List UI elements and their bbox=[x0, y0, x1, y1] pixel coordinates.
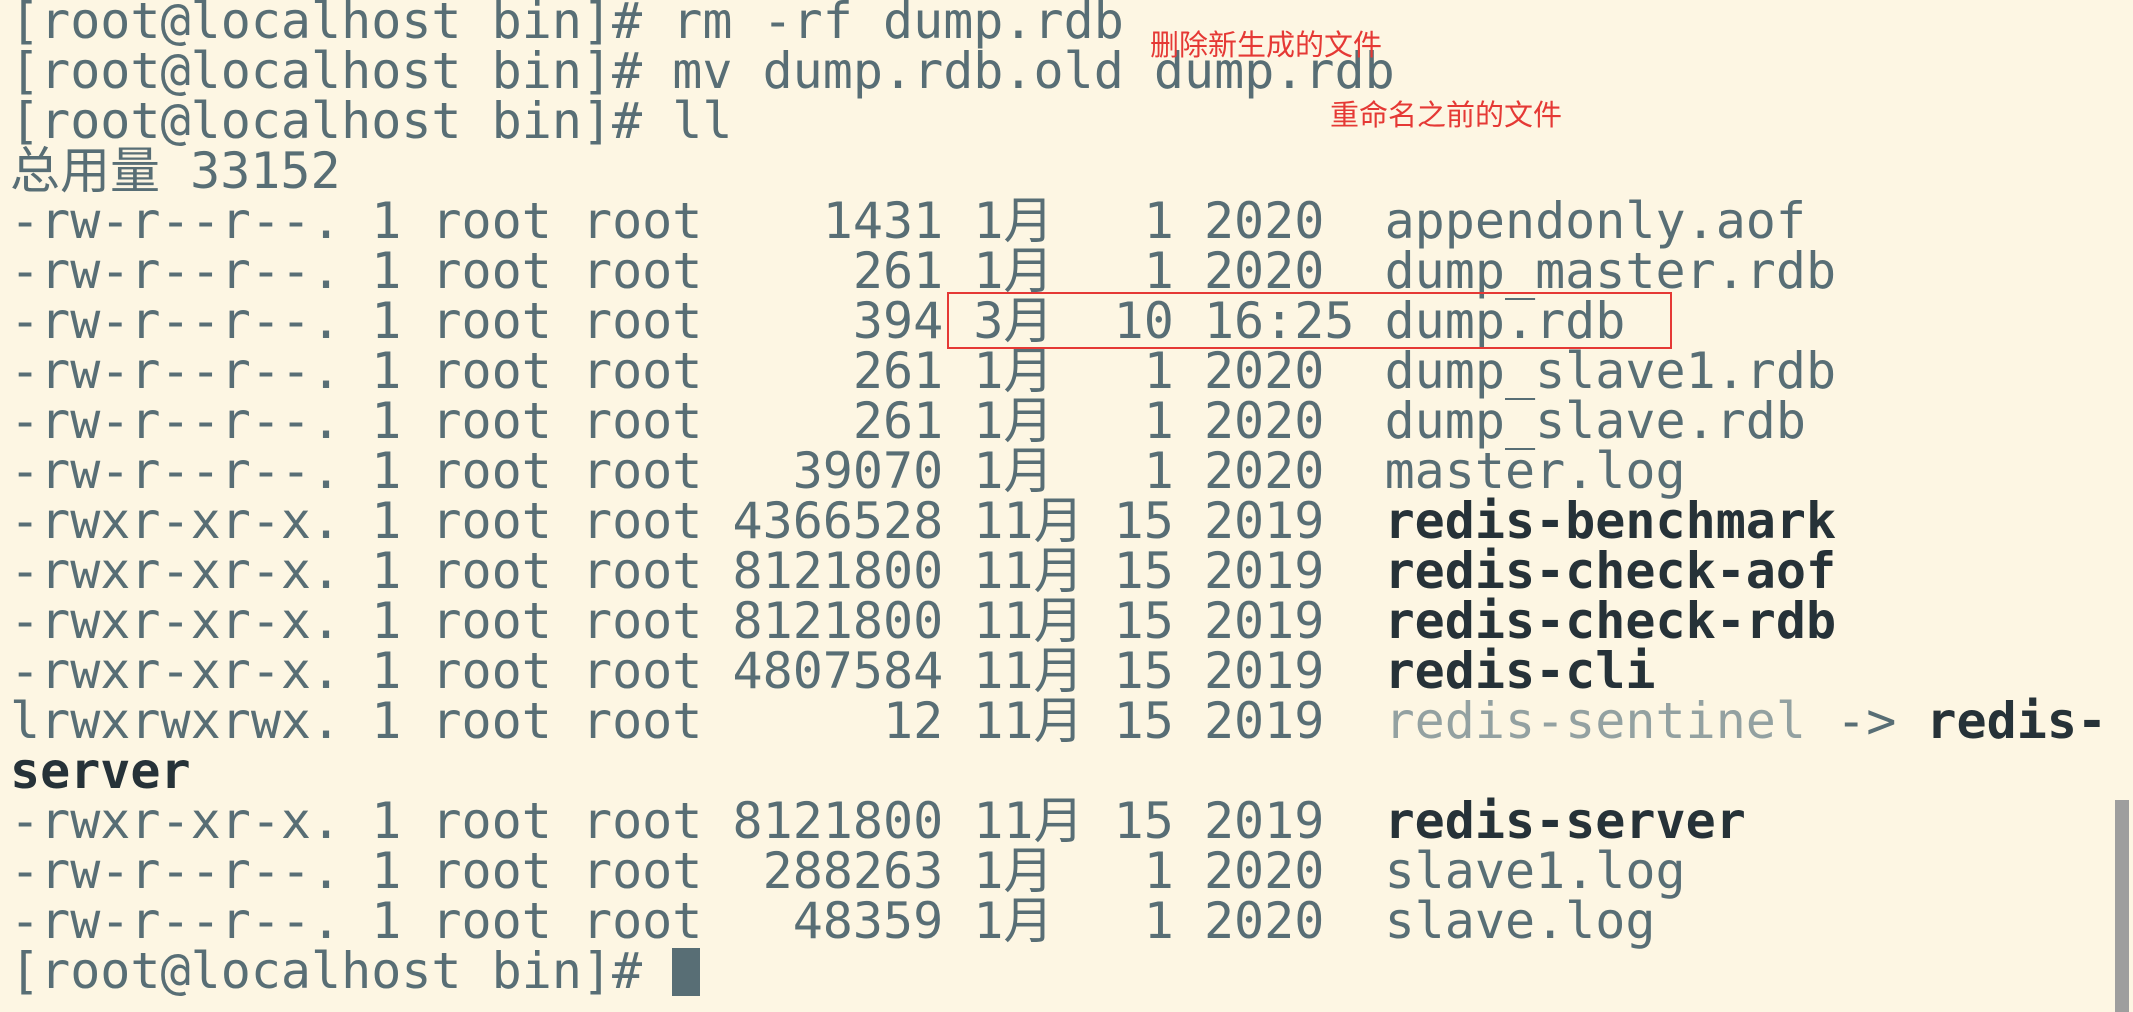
link-arrow: -> bbox=[1806, 692, 1927, 750]
file-day: 15 bbox=[1113, 692, 1204, 750]
link-target-wrap: server bbox=[10, 742, 191, 800]
terminal-cursor bbox=[672, 948, 701, 996]
file-row: -rwxr-xr-x. 1 root root 8121800 11月 15 2… bbox=[10, 596, 1836, 646]
file-row: -rwxr-xr-x. 1 root root 8121800 11月 15 2… bbox=[10, 796, 1746, 846]
command-line: [root@localhost bin]# rm -rf dump.rdb bbox=[10, 0, 1124, 46]
file-owner: root bbox=[431, 692, 582, 750]
file-name: slave.log bbox=[1384, 892, 1656, 950]
terminal-window[interactable]: [root@localhost bin]# rm -rf dump.rdb [r… bbox=[0, 0, 2133, 1012]
file-row: -rwxr-xr-x. 1 root root 4366528 11月 15 2… bbox=[10, 496, 1836, 546]
annotation-delete: 删除新生成的文件 bbox=[1150, 28, 1383, 62]
file-row: -rw-r--r--. 1 root root 48359 1月 1 2020 … bbox=[10, 896, 1656, 946]
file-row: -rw-r--r--. 1 root root 261 1月 1 2020 du… bbox=[10, 396, 1806, 446]
file-time: 2019 bbox=[1203, 692, 1385, 750]
command-line[interactable]: [root@localhost bin]# bbox=[10, 946, 701, 996]
file-name: redis-sentinel bbox=[1384, 692, 1806, 750]
link-target: redis- bbox=[1926, 692, 2108, 750]
file-row: -rw-r--r--. 1 root root 39070 1月 1 2020 … bbox=[10, 446, 1686, 496]
file-size: 48359 bbox=[732, 892, 974, 950]
file-row: -rwxr-xr-x. 1 root root 8121800 11月 15 2… bbox=[10, 546, 1836, 596]
file-month: 1月 bbox=[973, 892, 1114, 950]
file-size: 12 bbox=[732, 692, 974, 750]
file-row: -rw-r--r--. 1 root root 288263 1月 1 2020… bbox=[10, 846, 1686, 896]
file-day: 1 bbox=[1113, 892, 1204, 950]
file-row: lrwxrwxrwx. 1 root root 12 11月 15 2019 r… bbox=[10, 696, 2107, 746]
file-group: root bbox=[581, 692, 733, 750]
highlight-box bbox=[947, 292, 1672, 349]
file-month: 11月 bbox=[973, 692, 1114, 750]
annotation-rename: 重命名之前的文件 bbox=[1330, 98, 1563, 132]
scrollbar-thumb[interactable] bbox=[2115, 800, 2129, 1012]
file-row: -rw-r--r--. 1 root root 261 1月 1 2020 du… bbox=[10, 246, 1836, 296]
file-row: -rwxr-xr-x. 1 root root 4807584 11月 15 2… bbox=[10, 646, 1656, 696]
file-time: 2020 bbox=[1203, 892, 1385, 950]
total-line: 总用量 33152 bbox=[10, 142, 341, 200]
prompt: [root@localhost bin]# bbox=[10, 942, 673, 1000]
command-line: [root@localhost bin]# ll bbox=[10, 96, 732, 146]
file-links: 1 bbox=[371, 692, 432, 750]
file-row: -rw-r--r--. 1 root root 261 1月 1 2020 du… bbox=[10, 346, 1836, 396]
file-row: -rw-r--r--. 1 root root 1431 1月 1 2020 a… bbox=[10, 196, 1806, 246]
command-text: ll bbox=[672, 92, 733, 150]
